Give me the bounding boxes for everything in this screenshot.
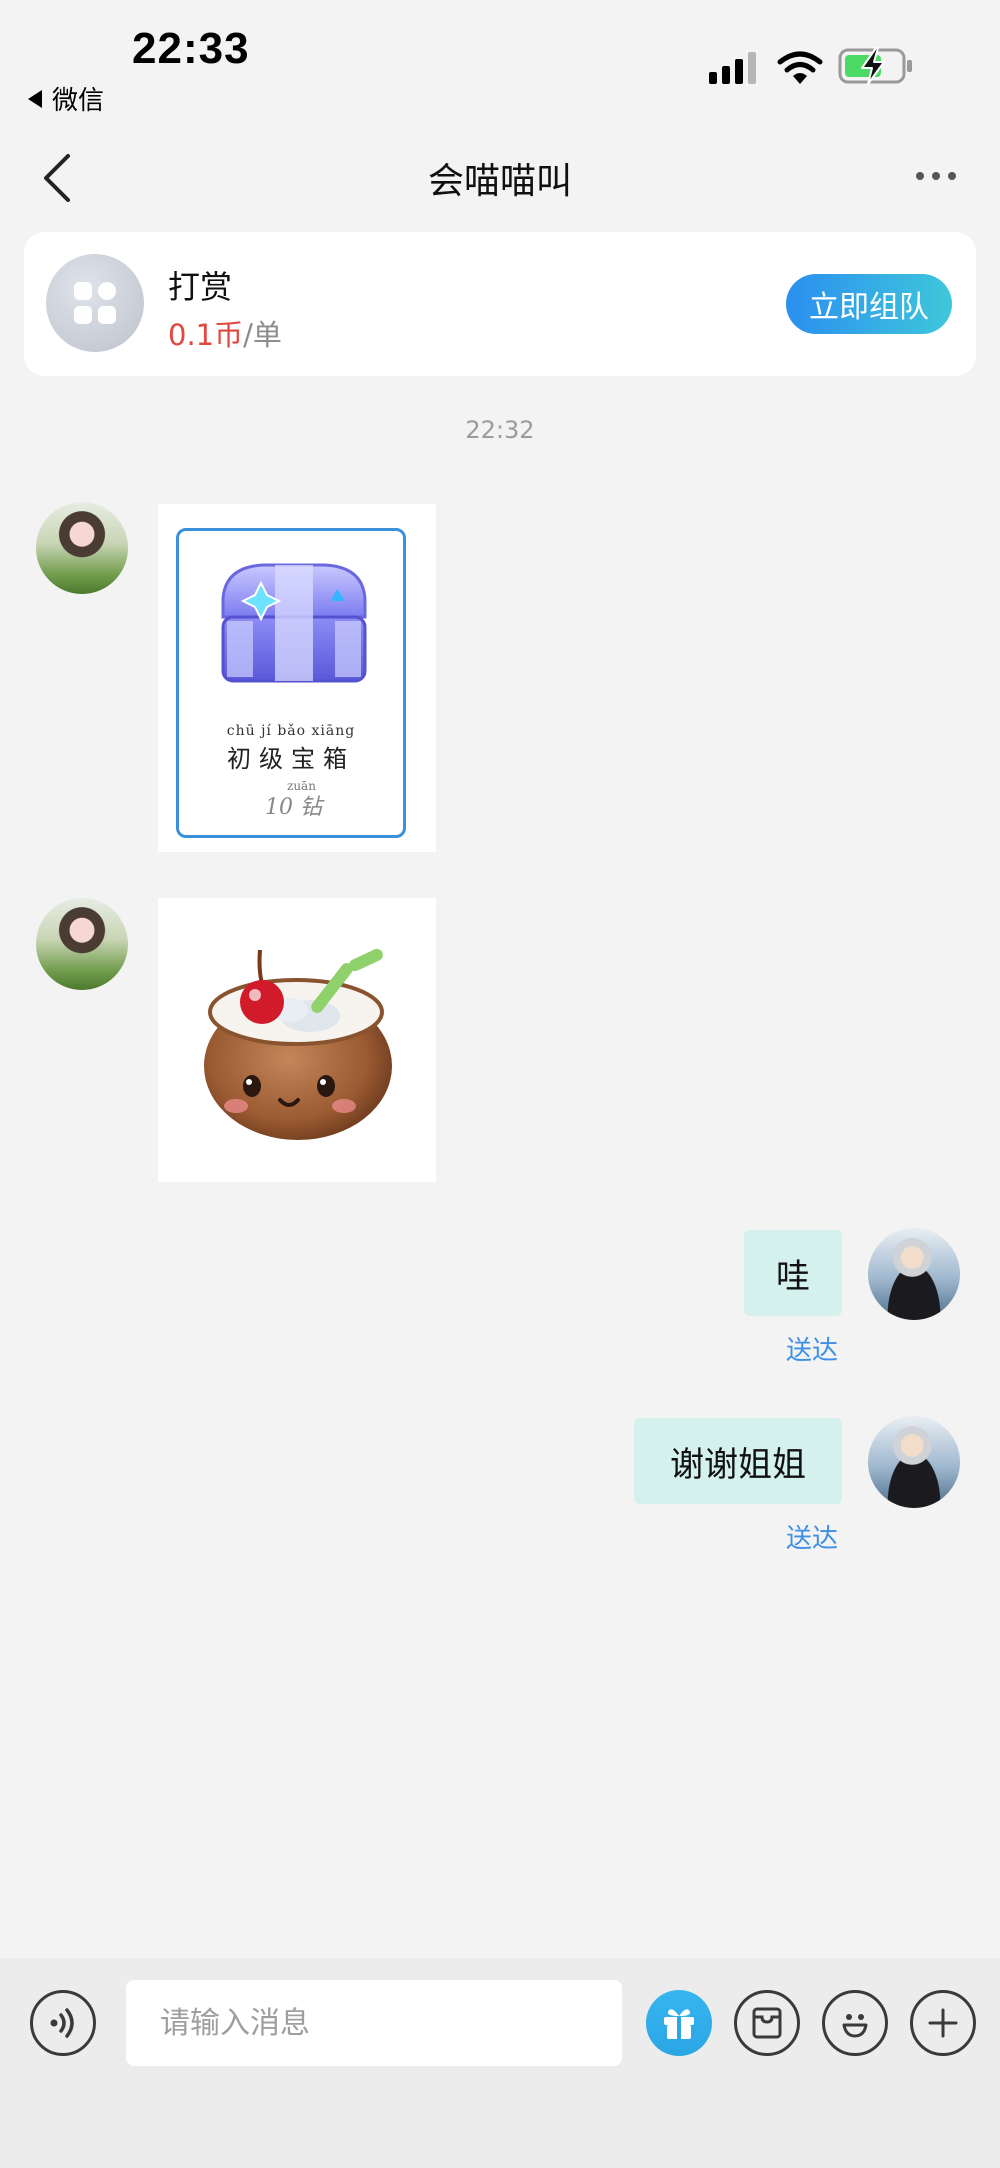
delivery-status: 送达 — [786, 1524, 839, 1554]
grid-icon — [74, 282, 116, 324]
treasure-chest-icon — [221, 563, 367, 683]
delivery-status: 送达 — [786, 1336, 839, 1366]
gift-price: 10 钻 — [265, 795, 322, 820]
emoji-icon — [842, 2014, 868, 2038]
message-input[interactable] — [126, 1980, 622, 2066]
price-amount: 0.1币 — [168, 318, 244, 352]
avatar[interactable] — [868, 1228, 960, 1320]
input-bar — [0, 1958, 1000, 2168]
avatar[interactable] — [868, 1416, 960, 1508]
service-price: 0.1币/单 — [168, 312, 282, 354]
gift-icon — [664, 2009, 694, 2039]
emoji-button[interactable] — [822, 1990, 888, 2056]
voice-icon — [50, 2008, 74, 2038]
gift-image-message[interactable]: chū jí bǎo xiāng 初级宝箱 zuān 10 钻 — [158, 504, 436, 852]
page-title: 会喵喵叫 — [427, 161, 572, 202]
back-app-label: 微信 — [52, 86, 105, 116]
team-up-button[interactable]: 立即组队 — [786, 274, 952, 334]
back-triangle-icon — [28, 89, 42, 108]
status-time: 22:33 — [132, 24, 250, 73]
coupon-button[interactable] — [734, 1990, 800, 2056]
service-avatar — [46, 254, 144, 352]
wifi-icon — [777, 51, 823, 84]
gift-card: chū jí bǎo xiāng 初级宝箱 zuān 10 钻 — [176, 528, 406, 838]
plus-button[interactable] — [910, 1990, 976, 2056]
service-name: 打赏 — [168, 268, 233, 306]
price-unit: /单 — [243, 318, 282, 352]
avatar[interactable] — [36, 898, 128, 990]
back-to-app-link[interactable]: 微信 — [28, 80, 104, 117]
gift-pinyin: chū jí bǎo xiāng — [226, 723, 356, 739]
coupon-icon — [752, 2007, 782, 2039]
service-card[interactable]: 打赏 0.1币/单 立即组队 — [24, 232, 976, 376]
chat-timestamp: 22:32 — [465, 416, 535, 444]
gift-label: 初级宝箱 — [227, 745, 355, 773]
voice-button[interactable] — [30, 1990, 96, 2056]
battery-charging-icon — [838, 47, 912, 85]
plus-icon — [928, 2008, 958, 2038]
signal-icon — [709, 52, 756, 84]
sticker-image-message[interactable] — [158, 898, 436, 1182]
coconut-drink-sticker — [204, 948, 392, 1140]
avatar[interactable] — [36, 502, 128, 594]
message-bubble[interactable]: 哇 — [744, 1230, 842, 1316]
gift-button[interactable] — [646, 1990, 712, 2056]
message-bubble[interactable]: 谢谢姐姐 — [634, 1418, 842, 1504]
more-icon[interactable] — [912, 162, 960, 190]
